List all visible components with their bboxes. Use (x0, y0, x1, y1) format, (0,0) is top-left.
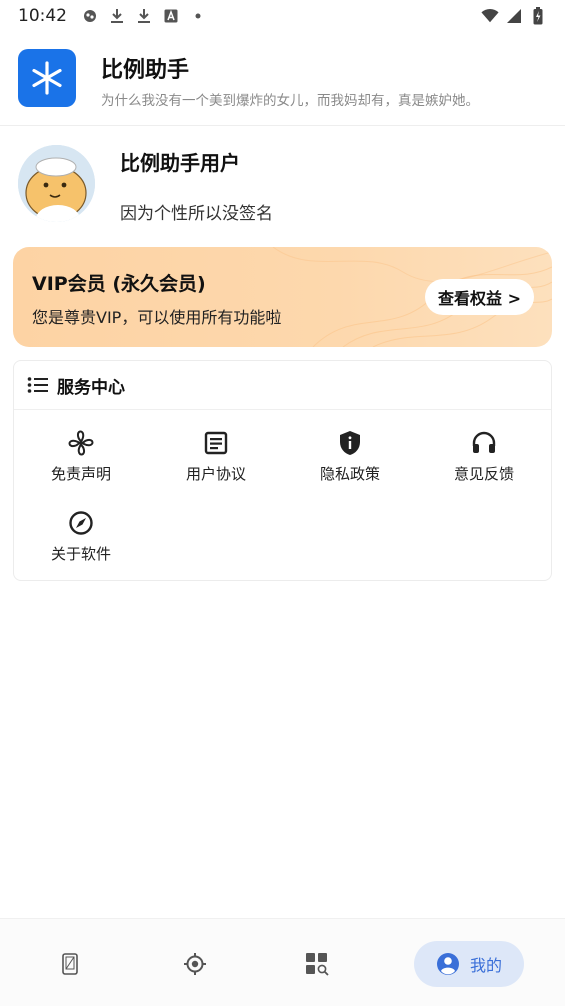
nav-tab-locate[interactable] (170, 941, 220, 987)
service-center-title: 服务中心 (57, 377, 125, 398)
text-icon (162, 7, 180, 25)
asterisk-logo-icon (32, 61, 62, 95)
status-notification-icons (81, 7, 207, 25)
status-time: 10:42 (18, 6, 67, 26)
service-item-label: 意见反馈 (453, 465, 514, 483)
download-icon (135, 7, 153, 25)
app-logo (18, 49, 76, 107)
user-profile[interactable]: 比例助手用户 因为个性所以没签名 (0, 127, 565, 237)
service-center-header: 服务中心 (14, 361, 551, 410)
locate-icon (184, 953, 206, 975)
vip-title: VIP会员 (永久会员) (32, 273, 206, 295)
nav-tab-grid-search[interactable] (293, 941, 343, 987)
wifi-icon (481, 7, 499, 25)
status-system-icons (481, 7, 547, 25)
nav-tab-mine[interactable]: 我的 (414, 941, 524, 987)
user-icon (436, 953, 459, 975)
avatar[interactable] (18, 145, 95, 222)
service-item-privacy-policy[interactable]: 隐私政策 (290, 430, 410, 500)
fan-icon (68, 430, 94, 456)
service-item-label: 免责声明 (50, 465, 111, 483)
battery-charging-icon (529, 7, 547, 25)
app-notification-icon (81, 7, 99, 25)
nav-tab-mine-label: 我的 (469, 956, 502, 975)
download-icon (108, 7, 126, 25)
compass-icon (69, 511, 93, 535)
service-item-user-agreement[interactable]: 用户协议 (156, 430, 276, 500)
service-item-disclaimer[interactable]: 免责声明 (21, 430, 141, 500)
vip-description: 您是尊贵VIP，可以使用所有功能啦 (32, 308, 282, 327)
service-item-label: 用户协议 (185, 465, 246, 483)
service-item-feedback[interactable]: 意见反馈 (424, 430, 544, 500)
headset-icon (472, 431, 496, 453)
signal-icon (505, 7, 523, 25)
app-subtitle: 为什么我没有一个美到爆炸的女儿，而我妈却有，真是嫉妒她。 (101, 93, 479, 109)
nav-tab-phone[interactable] (45, 941, 95, 987)
list-icon (27, 377, 48, 393)
document-icon (204, 431, 228, 455)
shield-info-icon (340, 431, 360, 455)
profile-signature: 因为个性所以没签名 (120, 204, 273, 224)
view-benefits-button[interactable]: 查看权益 > (425, 279, 534, 315)
service-item-about[interactable]: 关于软件 (21, 510, 141, 580)
grid-search-icon (306, 953, 329, 976)
service-center-card: 服务中心 免责声明 用户协议 隐私政策 意见反馈 关于软件 (13, 360, 552, 581)
vip-card: VIP会员 (永久会员) 您是尊贵VIP，可以使用所有功能啦 查看权益 > (13, 247, 552, 347)
dot-icon (189, 7, 207, 25)
bottom-navigation: 我的 (0, 918, 565, 1006)
profile-name: 比例助手用户 (120, 151, 240, 175)
phone-screen-icon (62, 953, 78, 975)
service-item-label: 关于软件 (50, 545, 111, 563)
cartoon-avatar-icon (18, 145, 95, 222)
app-title: 比例助手 (101, 58, 190, 83)
app-header: 比例助手 为什么我没有一个美到爆炸的女儿，而我妈却有，真是嫉妒她。 (0, 32, 565, 126)
status-bar: 10:42 (0, 0, 565, 32)
service-item-label: 隐私政策 (319, 465, 380, 483)
